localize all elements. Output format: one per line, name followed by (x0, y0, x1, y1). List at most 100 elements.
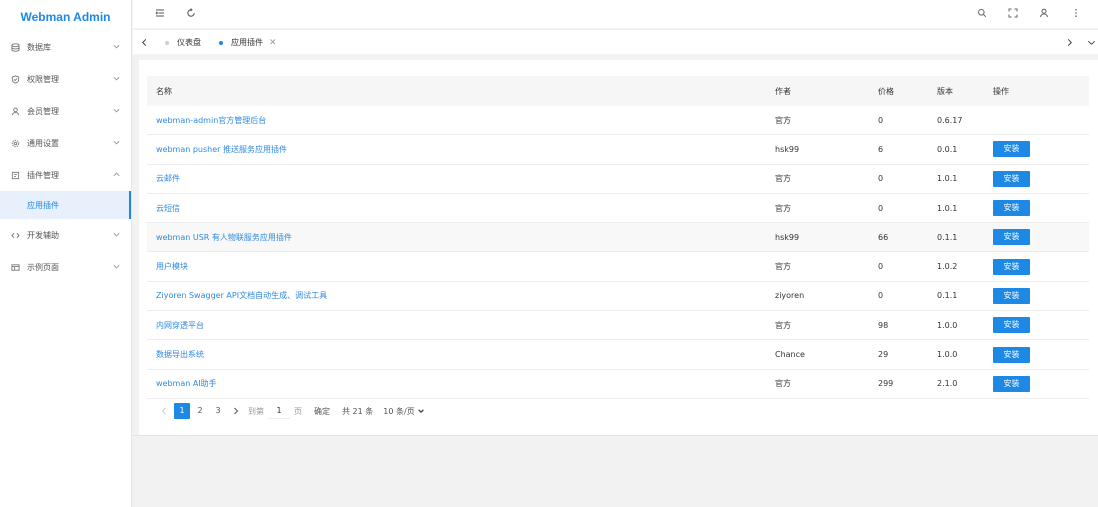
price-cell: 29 (878, 350, 889, 360)
close-icon[interactable]: ✕ (269, 38, 277, 48)
price-cell: 66 (878, 232, 889, 242)
database-icon (11, 42, 20, 52)
plugin-name-link[interactable]: 云短信 (147, 203, 767, 214)
chevron-down-icon (112, 74, 121, 83)
page-size-select[interactable]: 10 条/页 (383, 406, 424, 417)
tab-scroll-left-icon[interactable] (138, 36, 150, 48)
sidebar-item-label: 应用插件 (27, 200, 59, 210)
tab-dashboard[interactable]: 仪表盘 (165, 30, 201, 55)
price-cell: 0 (878, 115, 884, 125)
more-icon[interactable] (1070, 7, 1082, 19)
version-cell: 0.6.17 (937, 115, 963, 125)
sidebar-item-app-plugins[interactable]: 应用插件 (0, 191, 131, 219)
code-icon (11, 231, 20, 240)
install-button[interactable]: 安装 (993, 287, 1030, 304)
author-cell: hsk99 (775, 144, 800, 154)
chevron-down-icon (112, 262, 121, 271)
page-1-button[interactable]: 1 (174, 403, 190, 419)
app-logo-title: Webman Admin (20, 10, 111, 24)
sidebar: Webman Admin 数据库 权限管理 会员管理 通用设置 插件管理 应用插… (0, 0, 132, 507)
page-2-button[interactable]: 2 (192, 403, 208, 419)
install-button[interactable]: 安装 (993, 317, 1030, 334)
price-cell: 0 (878, 174, 884, 184)
plugin-name-link[interactable]: 云邮件 (147, 173, 767, 184)
version-cell: 0.0.1 (937, 144, 958, 154)
pagination: 1 2 3 到第 页 确定 共 21 条 10 条/页 (156, 403, 425, 419)
price-cell: 0 (878, 203, 884, 213)
version-cell: 1.0.0 (937, 320, 958, 330)
table-row: 内网穿透平台 官方 98 1.0.0 安装 (147, 311, 1089, 341)
footer-area (133, 435, 1098, 507)
plugin-name-link[interactable]: webman USR 有人物联服务应用插件 (147, 232, 767, 243)
menu-fold-icon[interactable] (154, 7, 166, 19)
main-content: 名称 作者 价格 版本 操作 webman-admin官方管理后台 官方 0 0.6.… (139, 60, 1098, 435)
price-cell: 0 (878, 262, 884, 272)
plugin-name-link[interactable]: 内网穿透平台 (147, 320, 767, 331)
actions-cell: 安装 (986, 200, 1089, 217)
version-cell: 0.1.1 (937, 232, 958, 242)
page-3-button[interactable]: 3 (210, 403, 226, 419)
sidebar-item-members[interactable]: 会员管理 (0, 95, 131, 127)
author-cell: hsk99 (775, 232, 800, 242)
user-icon[interactable] (1038, 7, 1050, 19)
version-cell: 0.1.1 (937, 291, 958, 301)
actions-cell: 安装 (986, 317, 1089, 334)
sidebar-item-dev-tools[interactable]: 开发辅助 (0, 219, 131, 251)
install-button[interactable]: 安装 (993, 170, 1030, 187)
gear-icon (11, 139, 20, 148)
plugin-icon (11, 171, 20, 180)
refresh-icon[interactable] (185, 7, 197, 19)
sidebar-submenu-plugins: 应用插件 (0, 191, 131, 219)
plugin-name-link[interactable]: webman-admin官方管理后台 (147, 115, 767, 126)
install-button[interactable]: 安装 (993, 258, 1030, 275)
search-icon[interactable] (976, 7, 988, 19)
column-header-name: 名称 (156, 86, 172, 96)
plugin-name-link[interactable]: 用户模块 (147, 261, 767, 272)
page-size-label: 10 条/页 (383, 406, 415, 416)
tab-app-plugins[interactable]: 应用插件 ✕ (219, 30, 277, 55)
actions-cell: 安装 (986, 375, 1089, 392)
layout-icon (11, 263, 20, 272)
column-header-actions: 操作 (993, 86, 1009, 96)
plugin-name-link[interactable]: webman pusher 推送服务应用插件 (147, 144, 767, 155)
chevron-down-icon (112, 230, 121, 239)
plugin-name-link[interactable]: webman AI助手 (147, 378, 767, 389)
version-cell: 1.0.1 (937, 203, 958, 213)
table-row: Ziyoren Swagger API文档自动生成、调试工具 ziyoren 0 0.… (147, 281, 1089, 312)
install-button[interactable]: 安装 (993, 200, 1030, 217)
next-page-icon[interactable] (228, 403, 244, 419)
price-cell: 0 (878, 291, 884, 301)
goto-confirm-button[interactable]: 确定 (314, 406, 330, 417)
sidebar-item-plugins[interactable]: 插件管理 (0, 159, 131, 191)
chevron-up-icon (112, 170, 121, 179)
sidebar-item-database[interactable]: 数据库 (0, 31, 131, 63)
plugin-name-link[interactable]: 数据导出系统 (147, 349, 767, 360)
sidebar-item-examples[interactable]: 示例页面 (0, 251, 131, 283)
author-cell: 官方 (775, 203, 791, 213)
author-cell: 官方 (775, 262, 791, 272)
install-button[interactable]: 安装 (993, 346, 1030, 363)
sidebar-item-permissions[interactable]: 权限管理 (0, 63, 131, 95)
column-header-version: 版本 (937, 86, 953, 96)
install-button[interactable]: 安装 (993, 229, 1030, 246)
install-button[interactable]: 安装 (993, 375, 1030, 392)
table-row: 云邮件 官方 0 1.0.1 安装 (147, 164, 1089, 194)
tab-label: 应用插件 (231, 38, 263, 47)
fullscreen-icon[interactable] (1007, 7, 1019, 19)
table-row: webman USR 有人物联服务应用插件 hsk99 66 0.1.1 安装 (147, 223, 1089, 253)
install-button[interactable]: 安装 (993, 141, 1030, 158)
table-row: 用户模块 官方 0 1.0.2 安装 (147, 252, 1089, 282)
goto-page-input[interactable] (268, 403, 290, 419)
sidebar-item-settings[interactable]: 通用设置 (0, 127, 131, 159)
sidebar-item-label: 数据库 (27, 42, 51, 52)
tab-menu-chevron-down-icon[interactable] (1085, 36, 1097, 48)
total-count: 共 21 条 (342, 406, 374, 416)
sidebar-item-label: 示例页面 (27, 262, 59, 272)
plugin-name-link[interactable]: Ziyoren Swagger API文档自动生成、调试工具 (147, 290, 767, 301)
prev-page-icon[interactable] (156, 403, 172, 419)
tab-scroll-right-icon[interactable] (1063, 36, 1075, 48)
author-cell: ziyoren (775, 291, 805, 301)
tab-label: 仪表盘 (177, 38, 201, 47)
actions-cell: 安装 (986, 287, 1089, 304)
price-cell: 6 (878, 144, 884, 154)
